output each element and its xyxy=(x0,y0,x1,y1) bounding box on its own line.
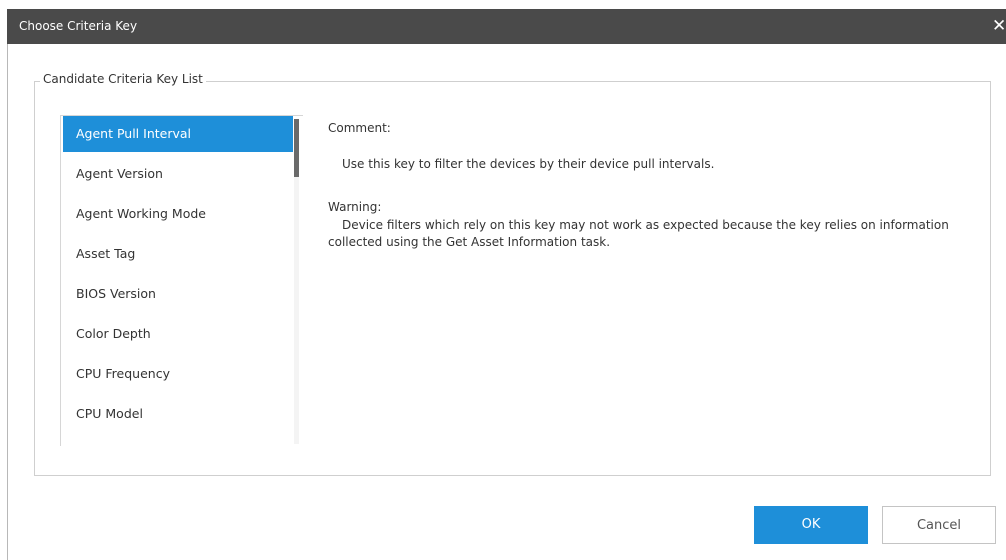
close-icon[interactable]: ✕ xyxy=(992,16,1006,36)
list-item-label: Color Depth xyxy=(76,326,151,341)
comment-label: Comment: xyxy=(328,121,391,135)
list-item[interactable]: BIOS Version xyxy=(63,276,293,312)
dialog-title: Choose Criteria Key xyxy=(19,19,138,33)
warning-text: Device filters which rely on this key ma… xyxy=(328,218,949,249)
warning-label: Warning: xyxy=(328,200,382,214)
list-item-label: Agent Working Mode xyxy=(76,206,206,221)
cancel-button[interactable]: Cancel xyxy=(882,506,996,544)
choose-criteria-key-dialog: Choose Criteria Key ✕ Candidate Criteria… xyxy=(0,0,1006,560)
scrollbar-thumb[interactable] xyxy=(294,119,299,177)
list-scrollbar[interactable] xyxy=(294,119,299,444)
ok-button[interactable]: OK xyxy=(754,506,868,544)
list-item[interactable]: Asset Tag xyxy=(63,236,293,272)
list-item[interactable]: Agent Version xyxy=(63,156,293,192)
list-item[interactable]: Agent Working Mode xyxy=(63,196,293,232)
window-border xyxy=(7,44,8,560)
list-item-label: Asset Tag xyxy=(76,246,136,261)
list-item-label: BIOS Version xyxy=(76,286,156,301)
list-item[interactable]: Color Depth xyxy=(63,316,293,352)
list-item-label: CPU Model xyxy=(76,406,143,421)
list-item-label: Agent Version xyxy=(76,166,163,181)
list-item-label: Agent Pull Interval xyxy=(76,126,192,141)
list-item[interactable]: Agent Pull Interval xyxy=(63,116,293,152)
list-item-label: CPU Frequency xyxy=(76,366,170,381)
comment-text: Use this key to filter the devices by th… xyxy=(342,157,715,171)
title-bar[interactable]: Choose Criteria Key ✕ xyxy=(7,9,1006,44)
criteria-key-list[interactable]: Agent Pull Interval Agent Version Agent … xyxy=(60,115,303,446)
list-item[interactable]: CPU Model xyxy=(63,396,293,432)
list-item[interactable]: CPU Frequency xyxy=(63,356,293,392)
group-legend: Candidate Criteria Key List xyxy=(40,72,206,86)
